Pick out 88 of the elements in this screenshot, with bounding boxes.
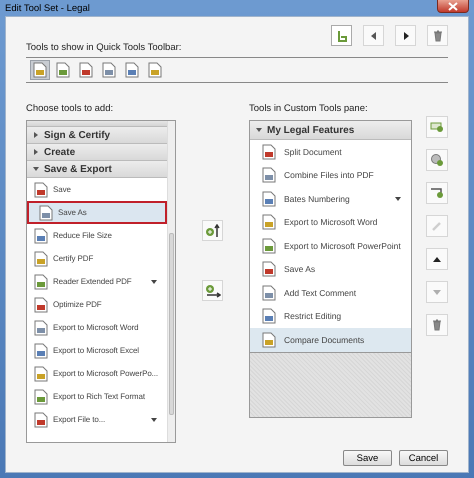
document-icon: [34, 320, 48, 336]
tool-item[interactable]: Optimize PDF: [27, 293, 167, 316]
document-icon: [262, 144, 276, 160]
document-icon: [262, 308, 276, 324]
document-icon: [39, 204, 53, 220]
document-icon: [262, 167, 276, 184]
document-icon: [34, 412, 48, 428]
expanded-icon: [33, 166, 39, 172]
document-icon: [102, 62, 116, 78]
divider-icon: [430, 187, 444, 199]
panel-header[interactable]: My Legal Features: [250, 121, 411, 140]
previous-button[interactable]: [363, 25, 384, 46]
tool-item[interactable]: Save As: [27, 201, 167, 224]
panel-plus-icon: [430, 121, 444, 133]
toolbar-label: Tools to show in Quick Tools Toolbar:: [26, 42, 182, 53]
tool-item[interactable]: Split Document: [250, 140, 411, 164]
document-icon: [34, 342, 48, 358]
trash-icon: [432, 30, 442, 42]
tool-item[interactable]: Export to Rich Text Format: [27, 385, 167, 408]
window-title: Edit Tool Set - Legal: [5, 2, 90, 14]
tool-item[interactable]: Certify PDF: [27, 247, 167, 270]
tool-item[interactable]: Save: [27, 178, 167, 201]
document-icon: [34, 366, 48, 382]
tool-item[interactable]: Reader Extended PDF: [27, 270, 167, 293]
up-button[interactable]: [426, 248, 448, 270]
add-panel-button[interactable]: [202, 220, 223, 241]
expanded-icon: [256, 127, 262, 133]
document-icon: [79, 62, 93, 78]
tool-item[interactable]: Export to Microsoft PowerPoint: [250, 234, 411, 258]
divider-icon: [336, 30, 348, 42]
category-header[interactable]: Sign & Certify: [27, 127, 167, 144]
tool-item[interactable]: Export to Microsoft Word: [27, 316, 167, 339]
delete-button[interactable]: [426, 314, 448, 336]
tool-item[interactable]: Save As: [250, 258, 411, 281]
document-icon: [34, 296, 48, 312]
document-icon: [262, 190, 276, 207]
add-tool-button[interactable]: [202, 280, 223, 301]
tool-item[interactable]: Combine Files into PDF: [250, 164, 411, 187]
next-button[interactable]: [395, 25, 416, 46]
document-icon: [56, 62, 70, 78]
category-header[interactable]: Save & Export: [27, 161, 167, 178]
save-button[interactable]: Save: [343, 450, 392, 466]
document-icon: [34, 388, 48, 404]
cancel-button[interactable]: Cancel: [399, 450, 448, 466]
new-panel-button[interactable]: [426, 116, 448, 138]
document-icon: [148, 62, 162, 78]
document-icon: [34, 228, 48, 244]
down-arrow-icon: [433, 290, 441, 294]
panel-label: Tools in Custom Tools pane:: [249, 103, 369, 114]
settings-button[interactable]: [426, 149, 448, 171]
plus-right-arrow-icon: [204, 284, 220, 298]
close-button[interactable]: [437, 0, 469, 13]
tool-item[interactable]: Restrict Editing: [250, 304, 411, 328]
plus-up-arrow-icon: [204, 224, 220, 238]
tool-item[interactable]: Export to Microsoft PowerPo...: [27, 362, 167, 385]
divider-button[interactable]: [426, 182, 448, 204]
document-icon: [262, 214, 276, 230]
tool-item[interactable]: Bates Numbering: [250, 187, 411, 210]
document-icon: [34, 274, 48, 290]
close-icon: [448, 2, 458, 10]
collapsed-icon: [33, 149, 39, 155]
panel-label: Choose tools to add:: [26, 103, 114, 114]
document-icon: [262, 332, 276, 348]
document-icon: [33, 62, 47, 78]
document-icon: [262, 284, 276, 301]
right-arrow-icon: [402, 32, 408, 40]
format-button[interactable]: [331, 25, 352, 46]
tool-item[interactable]: Add Text Comment: [250, 281, 411, 304]
delete-button[interactable]: [427, 25, 448, 46]
collapsed-icon: [33, 132, 39, 138]
category-header[interactable]: Create: [27, 144, 167, 161]
document-icon: [34, 182, 48, 198]
tool-item[interactable]: Compare Documents: [250, 328, 411, 352]
quick-tool-button[interactable]: [30, 60, 50, 80]
settings-icon: [430, 153, 444, 167]
document-icon: [262, 238, 276, 254]
tool-item[interactable]: Reduce File Size: [27, 224, 167, 247]
up-arrow-icon: [433, 256, 441, 262]
pencil-icon: [431, 220, 443, 232]
tool-item[interactable]: Export to Microsoft Excel: [27, 339, 167, 362]
left-arrow-icon: [370, 32, 376, 40]
document-icon: [262, 261, 276, 278]
tool-item[interactable]: Export to Microsoft Word: [250, 210, 411, 234]
document-icon: [125, 62, 139, 78]
trash-icon: [432, 319, 442, 331]
document-icon: [34, 250, 48, 266]
scrollbar[interactable]: [167, 121, 175, 442]
tool-item[interactable]: Export File to...: [27, 408, 167, 431]
